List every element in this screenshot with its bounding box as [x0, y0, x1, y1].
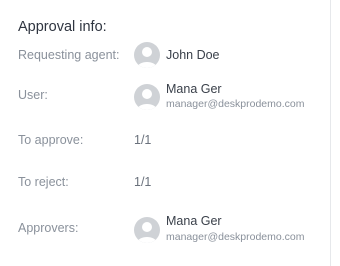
avatar: [134, 217, 160, 243]
approver-name: Mana Ger: [166, 214, 222, 228]
person-icon: [137, 47, 157, 68]
requesting-agent-label: Requesting agent:: [18, 48, 120, 62]
user-name: Mana Ger: [166, 82, 222, 96]
user-email[interactable]: manager@deskprodemo.com: [166, 98, 304, 110]
requesting-agent-name: John Doe: [166, 48, 220, 62]
avatar: [134, 84, 160, 110]
to-reject-value: 1/1: [134, 175, 152, 189]
approval-info-panel: Approval info: Requesting agent: John Do…: [0, 0, 331, 266]
person-icon: [137, 222, 157, 243]
panel-title: Approval info:: [18, 19, 107, 35]
to-reject-label: To reject:: [18, 175, 69, 189]
approver-email[interactable]: manager@deskprodemo.com: [166, 231, 304, 243]
avatar: [134, 42, 160, 68]
to-approve-value: 1/1: [134, 133, 152, 147]
to-approve-label: To approve:: [18, 133, 84, 147]
person-icon: [137, 89, 157, 110]
approvers-label: Approvers:: [18, 221, 79, 235]
user-label: User:: [18, 88, 48, 102]
